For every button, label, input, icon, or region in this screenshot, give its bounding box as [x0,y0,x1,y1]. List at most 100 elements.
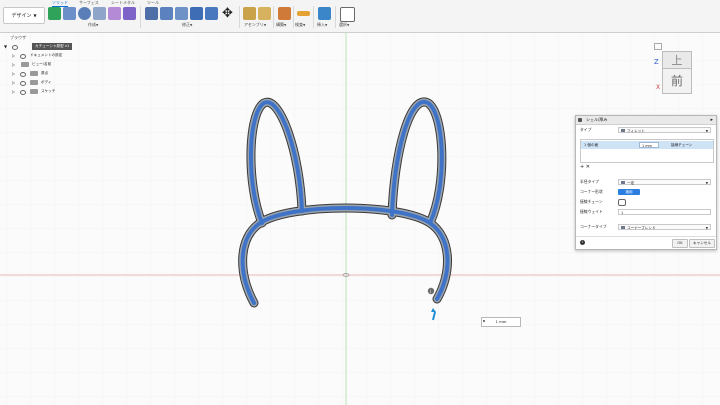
workspace-label: デザイン [11,13,32,19]
press-pull-icon[interactable] [145,7,158,20]
inspect-group-label[interactable]: 検査▼ [295,22,305,28]
ok-button[interactable]: OK [672,239,688,248]
axis-x-label: X [656,84,661,91]
move-icon[interactable]: ✥ [220,7,235,20]
browser-item-label: 原点 [41,71,49,75]
browser-item-label: ボディ [41,80,52,84]
expand-arrow-icon[interactable]: ▷ [12,69,15,78]
tangent-row: 接線チェーン [576,197,716,207]
weight-label: 接線ウェイト [580,209,603,214]
select-group-label[interactable]: 選択▼ [339,22,349,28]
eye-icon[interactable] [20,81,26,86]
chain-checkbox-icon[interactable] [618,199,626,206]
joint-icon[interactable] [258,7,271,20]
insert-image-icon[interactable] [318,7,331,20]
corner-type-label: コーナータイプ [580,224,607,229]
eye-icon[interactable] [20,72,26,77]
modify-group-label[interactable]: 修正▼ [182,22,192,28]
browser-item[interactable]: ▷ ドキュメントの設定 [2,51,82,60]
construct-group-label[interactable]: 構築▼ [276,22,286,28]
browser-root[interactable]: ▼ カチューシャ原型 v1 [2,42,82,51]
collapse-icon[interactable]: ▸ [710,116,713,124]
extrude-icon[interactable] [63,7,76,20]
revolve-icon[interactable] [78,7,91,20]
browser-item[interactable]: ▷ スケッチ [2,87,82,96]
combine-icon[interactable] [205,7,218,20]
expand-arrow-icon[interactable]: ▼ [4,42,7,51]
browser-item[interactable]: ▷ 原点 [2,69,82,78]
insert-group-label[interactable]: 挿入▼ [317,22,327,28]
expand-arrow-icon[interactable]: ▷ [12,78,15,87]
corner-row: コーナー形状 適用 [576,187,716,197]
tab-surface[interactable]: サーフェス [79,0,99,6]
measure-icon[interactable] [297,11,310,16]
toolbar-separator [293,6,294,28]
browser-item-label: ドキュメントの設定 [30,53,63,57]
weight-row: 接線ウェイト 1 [576,207,716,217]
browser-item-label: スケッチ [41,89,56,93]
view-cube-front[interactable]: 前 [662,68,692,94]
svg-text:i: i [430,289,431,295]
eye-icon[interactable] [12,45,18,50]
add-remove-icon[interactable]: + ✕ [580,164,590,170]
view-cube[interactable]: 上 前 Z X [654,43,692,98]
fillet-dialog: シェル/厚み ▸ タイプ フィレット ▼ 1 個の面 1 mm 接線チェーン +… [575,115,717,250]
create-group-label[interactable]: 作成▼ [88,22,98,28]
eye-icon[interactable] [20,90,26,95]
radius-type-dropdown[interactable]: 一定 ▼ [618,179,711,185]
dialog-icon [578,118,582,122]
selection-count: 1 個の面 [584,143,599,147]
type-dropdown[interactable]: フィレット ▼ [618,127,711,133]
toolbar-separator [239,6,240,28]
folder-icon [30,71,38,76]
dialog-title: シェル/厚み [586,117,608,122]
axis-z-label: Z [654,58,659,66]
assemble-group-label[interactable]: アセンブリ▼ [244,22,266,28]
corner-apply-button[interactable]: 適用 [618,189,640,195]
form-icon[interactable] [108,7,121,20]
tangent-label: 接線チェーン [580,199,603,204]
gear-icon [20,54,26,59]
expand-arrow-icon[interactable]: ▷ [12,87,15,96]
browser-item[interactable]: ▷ ビュー/名前 [2,60,82,69]
fillet-type-icon [621,129,625,132]
new-component-icon[interactable] [243,7,256,20]
chevron-down-icon: ▼ [33,13,37,18]
folder-icon [30,80,38,85]
expand-arrow-icon[interactable]: ▷ [12,60,15,69]
chamfer-icon[interactable] [175,7,188,20]
weight-input[interactable]: 1 [618,209,711,215]
toolbar-separator [273,6,274,28]
browser-item-label: ビュー/名前 [32,62,52,66]
chevron-down-icon: ▼ [705,129,708,133]
home-icon[interactable] [654,43,662,50]
document-name: カチューシャ原型 v1 [32,43,73,50]
offset-plane-icon[interactable] [278,7,291,20]
browser-item[interactable]: ▷ ボディ [2,78,82,87]
cancel-button[interactable]: キャンセル [689,239,715,248]
dimension-input[interactable]: 1 mm [481,317,521,327]
shell-icon[interactable] [190,7,203,20]
chevron-down-icon: ▼ [705,181,708,185]
type-row: タイプ フィレット ▼ [576,125,716,135]
tangent-chain-toggle[interactable]: 接線チェーン [671,141,692,149]
tab-tools[interactable]: ツール [147,0,159,6]
select-icon[interactable] [340,7,355,22]
tab-solid[interactable]: ソリッド [52,0,68,7]
toolbar-separator [313,6,314,28]
new-sketch-icon[interactable] [48,7,61,20]
radius-input[interactable]: 1 mm [639,142,659,148]
corner-type-dropdown[interactable]: コーナーブレンド ▼ [618,224,711,230]
fillet-icon[interactable] [160,7,173,20]
dialog-title-bar[interactable]: シェル/厚み ▸ [576,116,716,125]
tab-sheet-metal[interactable]: シートメタル [111,0,135,6]
folder-icon [30,89,38,94]
info-icon[interactable]: i [580,240,585,245]
workspace-switcher[interactable]: デザイン ▼ [3,7,45,24]
sweep-icon[interactable] [93,7,106,20]
create-form-icon[interactable] [123,7,136,20]
selection-table[interactable]: 1 個の面 1 mm 接線チェーン [580,139,714,163]
expand-arrow-icon[interactable]: ▷ [12,51,15,60]
selection-row[interactable]: 1 個の面 1 mm 接線チェーン [581,141,713,149]
drag-handle-icon[interactable] [483,320,485,322]
